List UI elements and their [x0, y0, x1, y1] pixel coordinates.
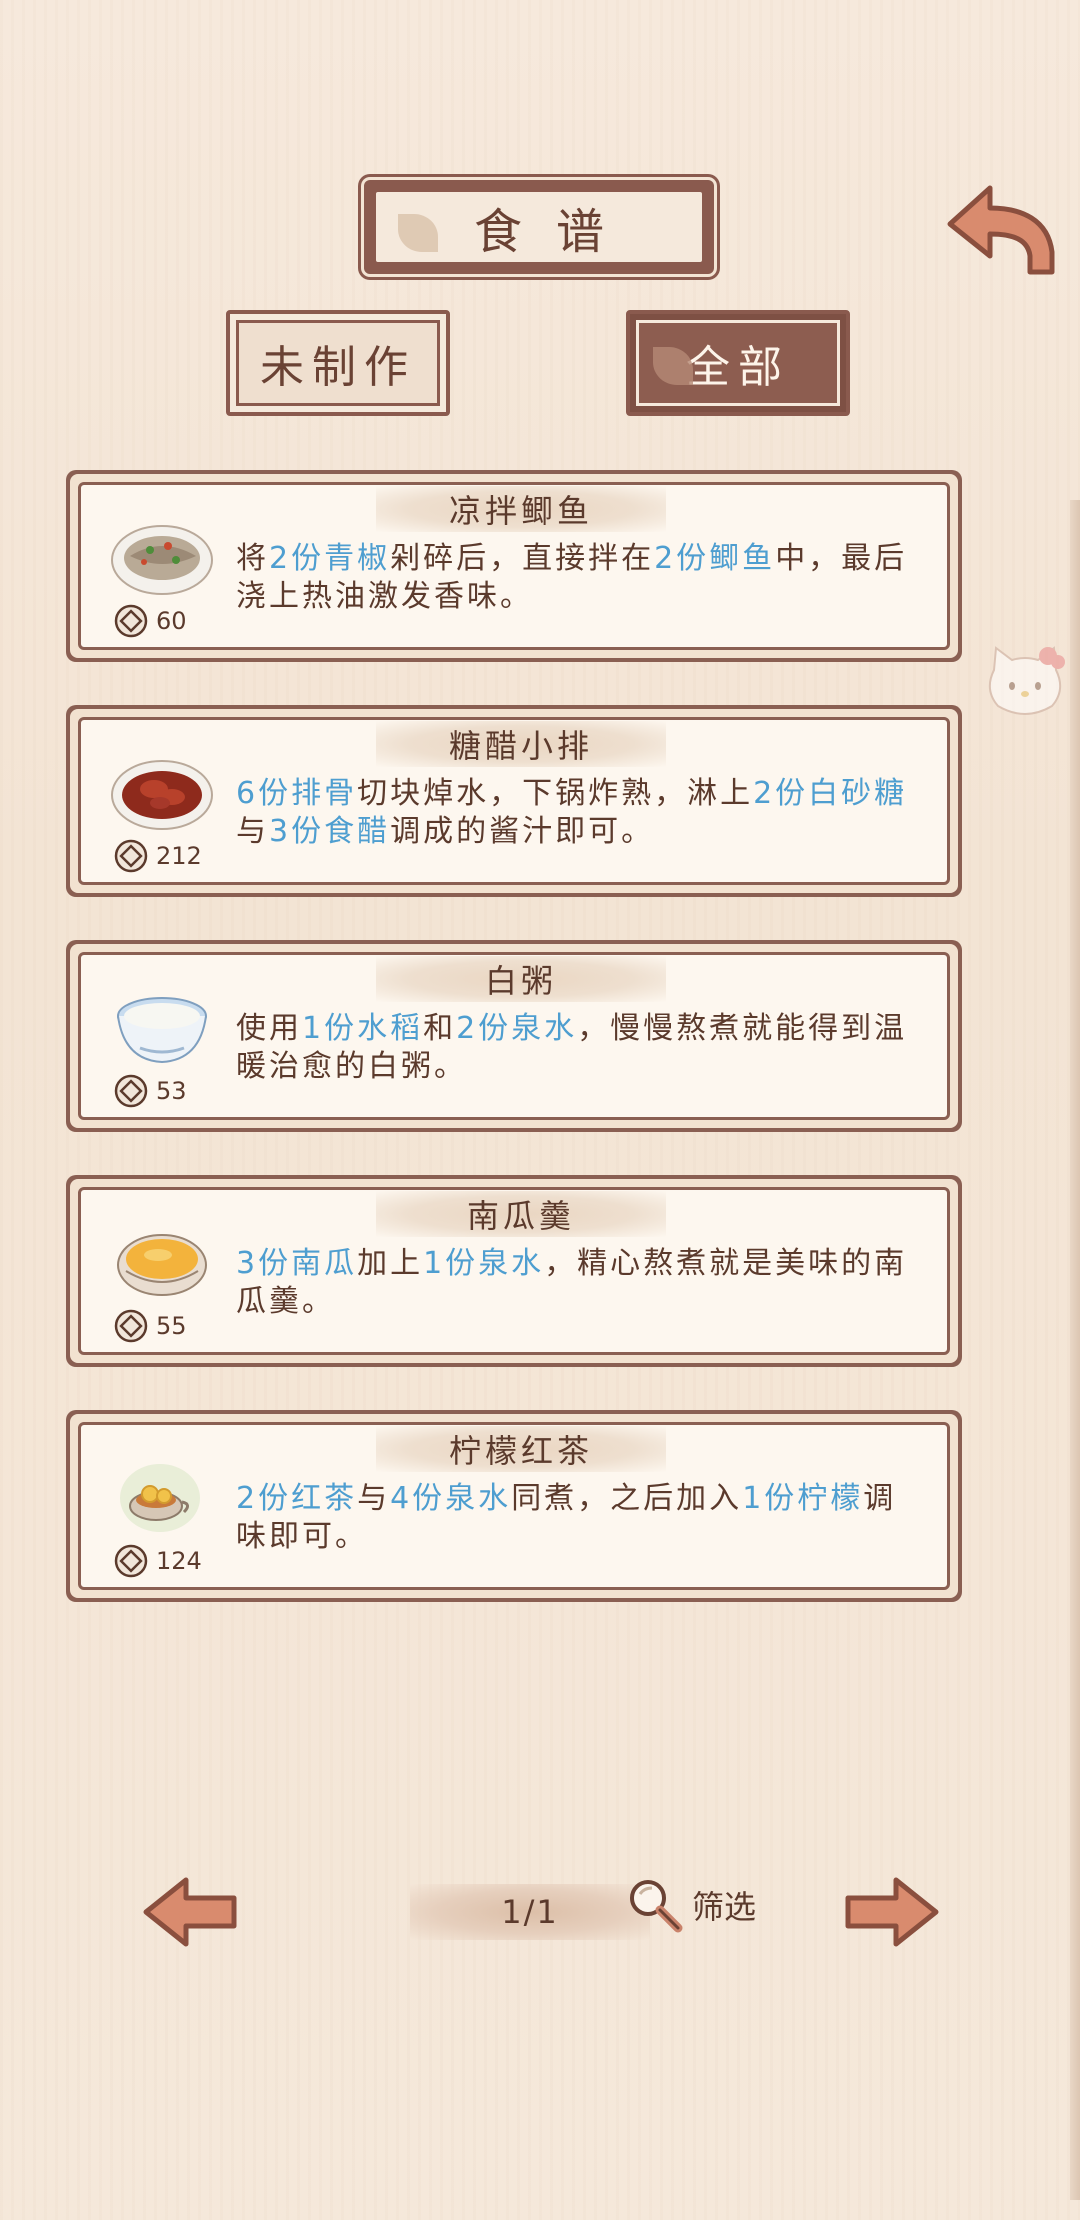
recipe-name-band: 柠檬红茶 [376, 1426, 666, 1472]
title-board: 食谱 [364, 180, 714, 274]
tab-inner: 全部 [636, 320, 840, 406]
magnifier-icon [630, 1880, 683, 1933]
ingredient-highlight: 2份鲫鱼 [654, 541, 776, 576]
coin-icon [114, 604, 148, 638]
tab-not-made[interactable]: 未制作 [226, 310, 450, 416]
coin-icon [114, 1074, 148, 1108]
ingredient-highlight: 2份红茶 [236, 1481, 358, 1516]
lemon-tea-cup-icon [120, 1464, 200, 1532]
recipe-card[interactable]: 南瓜羹 55 3份南瓜加上1份泉水，精心熬煮就是美味的南瓜羹。 [66, 1175, 962, 1367]
description-text: 与 [236, 814, 269, 849]
coin-icon [114, 1544, 148, 1578]
title-inner: 食谱 [376, 192, 702, 262]
price-tag: 212 [114, 839, 202, 873]
recipe-description: 2份红茶与4份泉水同煮，之后加入1份柠檬调味即可。 [236, 1480, 926, 1556]
description-text: 切块焯水，下锅炸熟，淋上 [357, 776, 754, 811]
recipe-card[interactable]: 糖醋小排 212 6份排骨切块焯水，下锅炸熟，淋上2份白砂糖与3份食醋调成的酱汁… [66, 705, 962, 897]
recipe-description: 6份排骨切块焯水，下锅炸熟，淋上2份白砂糖与3份食醋调成的酱汁即可。 [236, 775, 926, 851]
price-value: 124 [156, 1547, 202, 1575]
description-text: 和 [423, 1011, 457, 1046]
recipe-name: 柠檬红茶 [448, 1432, 593, 1470]
recipe-card[interactable]: 柠檬红茶 124 2份红茶与4份泉水同煮，之后加入1份柠檬调味即可。 [66, 1410, 962, 1602]
recipe-card[interactable]: 白粥 53 使用1份水稻和2份泉水，慢慢熬煮就能得到温暖治愈的白粥。 [66, 940, 962, 1132]
pumpkin-soup-bowl-icon [117, 1234, 207, 1296]
ingredient-highlight: 4份泉水 [390, 1481, 512, 1516]
description-text: 将 [236, 541, 269, 576]
screen-edge [1070, 500, 1080, 2200]
tab-label: 全部 [686, 342, 790, 393]
price-tag: 60 [114, 604, 187, 638]
ingredient-highlight: 2份青椒 [269, 541, 391, 576]
filter-label: 筛选 [692, 1888, 757, 1926]
tab-label: 未制作 [260, 342, 416, 393]
recipe-card[interactable]: 凉拌鲫鱼 60 将2份青椒剁碎后，直接拌在2份鲫鱼中，最后浇上热油激发香味。 [66, 470, 962, 662]
fish-plate-icon [111, 525, 213, 595]
filter-button[interactable]: 筛选 [624, 1874, 756, 1936]
description-text: 同煮，之后加入 [511, 1481, 743, 1516]
description-text: 加上 [357, 1246, 424, 1281]
description-text: 与 [357, 1481, 391, 1516]
page-indicator: 1/1 [410, 1884, 650, 1940]
coin-icon [114, 839, 148, 873]
tab-all[interactable]: 全部 [626, 310, 850, 416]
description-text: 使用 [236, 1011, 302, 1046]
recipe-name: 白粥 [484, 962, 557, 1000]
prev-page-arrow-icon[interactable] [140, 1872, 240, 1952]
recipe-name-band: 糖醋小排 [376, 721, 666, 767]
recipe-name-band: 凉拌鲫鱼 [376, 486, 666, 532]
recipe-name-band: 白粥 [376, 956, 666, 1002]
price-tag: 124 [114, 1544, 202, 1578]
ingredient-highlight: 2份白砂糖 [753, 776, 908, 811]
rice-porridge-bowl-icon [117, 997, 207, 1064]
recipe-name-band: 南瓜羹 [376, 1191, 666, 1237]
tab-inner: 未制作 [236, 320, 440, 406]
recipe-name: 糖醋小排 [448, 727, 593, 765]
ingredient-highlight: 3份南瓜 [236, 1246, 358, 1281]
back-arrow-icon[interactable] [942, 180, 1060, 280]
price-tag: 55 [114, 1309, 187, 1343]
recipe-description: 使用1份水稻和2份泉水，慢慢熬煮就能得到温暖治愈的白粥。 [236, 1010, 926, 1086]
recipe-name: 南瓜羹 [466, 1197, 575, 1235]
ingredient-highlight: 1份水稻 [302, 1011, 424, 1046]
recipe-description: 3份南瓜加上1份泉水，精心熬煮就是美味的南瓜羹。 [236, 1245, 926, 1321]
price-tag: 53 [114, 1074, 187, 1108]
ingredient-highlight: 1份泉水 [423, 1246, 545, 1281]
price-value: 53 [156, 1077, 187, 1105]
price-value: 212 [156, 842, 202, 870]
recipe-name: 凉拌鲫鱼 [448, 492, 593, 530]
ribs-plate-icon [111, 760, 213, 830]
recipe-description: 将2份青椒剁碎后，直接拌在2份鲫鱼中，最后浇上热油激发香味。 [236, 540, 926, 616]
price-value: 55 [156, 1312, 187, 1340]
page-number: 1/1 [501, 1893, 559, 1931]
price-value: 60 [156, 607, 187, 635]
page-title: 食谱 [473, 204, 638, 260]
next-page-arrow-icon[interactable] [842, 1872, 942, 1952]
ingredient-highlight: 1份柠檬 [742, 1481, 864, 1516]
cat-head-icon [988, 646, 1065, 715]
ingredient-highlight: 6份排骨 [236, 776, 358, 811]
description-text: 剁碎后，直接拌在 [390, 541, 655, 576]
description-text: 调成的酱汁即可。 [390, 814, 655, 849]
coin-icon [114, 1309, 148, 1343]
ingredient-highlight: 2份泉水 [456, 1011, 578, 1046]
leaf-decoration-icon [398, 214, 438, 252]
ingredient-highlight: 3份食醋 [269, 814, 391, 849]
